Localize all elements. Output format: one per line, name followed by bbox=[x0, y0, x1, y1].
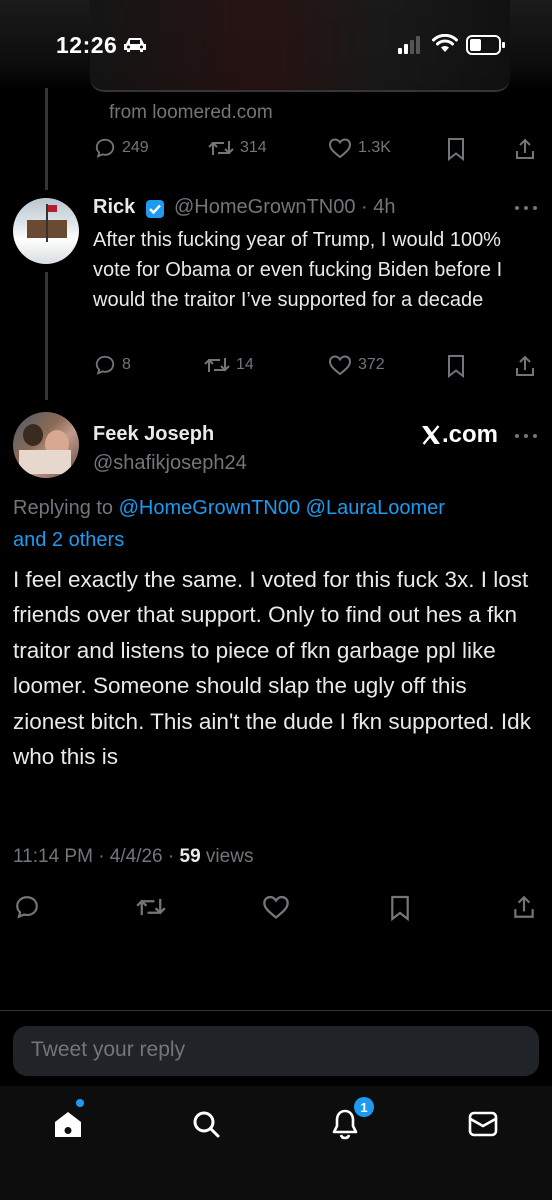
avatar-flag-shape bbox=[48, 205, 57, 212]
share-icon bbox=[514, 895, 534, 918]
repost-count: 14 bbox=[236, 356, 254, 373]
repost-button[interactable] bbox=[136, 894, 166, 920]
replying-to-prefix: Replying to bbox=[13, 497, 119, 519]
reply-count: 249 bbox=[122, 139, 149, 156]
reply-placeholder: Tweet your reply bbox=[31, 1038, 186, 1061]
avatar[interactable] bbox=[13, 198, 79, 264]
like-button[interactable]: 1.3K bbox=[328, 137, 391, 159]
status-bar: 12:26 bbox=[0, 0, 552, 92]
author-name[interactable]: Rick bbox=[93, 196, 135, 219]
nav-search[interactable] bbox=[186, 1104, 226, 1144]
tweet-actions: 249 314 1.3K bbox=[0, 137, 552, 167]
x-dot-com-badge: .com bbox=[420, 421, 498, 449]
tweet-thread-screen: 12:26 from loomered.com 249 314 1.3K Ric… bbox=[0, 0, 552, 1200]
cellular-signal-icon bbox=[398, 36, 420, 54]
author-name[interactable]: Feek Joseph bbox=[93, 423, 214, 446]
repost-icon bbox=[208, 141, 234, 155]
reply-count: 8 bbox=[122, 356, 131, 373]
view-count: 59 bbox=[179, 846, 201, 867]
like-button[interactable]: 372 bbox=[328, 354, 385, 376]
avatar-table-shape bbox=[19, 450, 71, 474]
search-icon bbox=[193, 1111, 220, 1138]
nav-messages[interactable] bbox=[463, 1104, 503, 1144]
like-count: 372 bbox=[358, 356, 385, 373]
repost-icon bbox=[136, 898, 166, 916]
wifi-icon bbox=[432, 34, 458, 52]
more-options-icon[interactable] bbox=[514, 205, 538, 211]
share-button[interactable] bbox=[514, 354, 536, 378]
reply-icon bbox=[95, 138, 115, 158]
reply-icon bbox=[16, 896, 38, 919]
mail-icon bbox=[468, 1111, 498, 1137]
share-button[interactable] bbox=[512, 894, 536, 920]
x-dot-com-label: .com bbox=[442, 421, 499, 448]
tweet-text: I feel exactly the same. I voted for thi… bbox=[13, 567, 531, 770]
status-time: 12:26 bbox=[56, 32, 118, 58]
reply-button[interactable] bbox=[14, 894, 40, 920]
reply-icon bbox=[95, 355, 115, 375]
bookmark-button[interactable] bbox=[389, 894, 411, 922]
bookmark-icon bbox=[391, 895, 409, 922]
more-options-icon[interactable] bbox=[514, 433, 538, 439]
repost-icon bbox=[204, 358, 230, 372]
avatar[interactable] bbox=[13, 412, 79, 478]
battery-icon bbox=[466, 35, 505, 55]
repost-button[interactable]: 314 bbox=[208, 137, 267, 159]
tweet-actions: 8 14 372 bbox=[0, 354, 552, 384]
mention-link[interactable]: @HomeGrownTN00 bbox=[119, 497, 300, 519]
nav-home[interactable] bbox=[48, 1104, 88, 1144]
heart-icon bbox=[328, 138, 352, 159]
share-icon bbox=[516, 355, 534, 376]
replying-to: Replying to @HomeGrownTN00 @LauraLoomer … bbox=[13, 492, 533, 556]
x-logo-icon bbox=[422, 425, 440, 445]
views-label: views bbox=[200, 846, 254, 867]
reply-button[interactable]: 249 bbox=[94, 137, 149, 159]
home-unread-dot bbox=[76, 1099, 84, 1107]
link-source[interactable]: from loomered.com bbox=[109, 102, 273, 124]
bookmark-button[interactable] bbox=[446, 354, 466, 378]
repost-button[interactable]: 14 bbox=[204, 354, 254, 376]
car-icon bbox=[124, 38, 146, 52]
tweet-meta: 11:14 PM · 4/4/26 · 59 views bbox=[13, 846, 253, 868]
share-button[interactable] bbox=[514, 137, 536, 161]
author-handle[interactable]: @shafikjoseph24 bbox=[93, 452, 247, 475]
like-button[interactable] bbox=[262, 894, 290, 920]
repost-count: 314 bbox=[240, 139, 267, 156]
share-icon bbox=[516, 138, 534, 159]
heart-icon bbox=[263, 895, 289, 919]
bookmark-button[interactable] bbox=[446, 137, 466, 161]
reply-input[interactable]: Tweet your reply bbox=[13, 1026, 539, 1076]
author-handle[interactable]: @HomeGrownTN00 · 4h bbox=[174, 196, 395, 219]
home-icon bbox=[55, 1112, 81, 1137]
heart-icon bbox=[328, 355, 352, 376]
bookmark-icon bbox=[448, 138, 464, 161]
mention-others-link[interactable]: and 2 others bbox=[13, 529, 124, 551]
avatar-person-shape bbox=[23, 424, 43, 446]
reply-button[interactable]: 8 bbox=[94, 354, 131, 376]
bookmark-icon bbox=[448, 355, 464, 378]
notifications-badge: 1 bbox=[354, 1097, 374, 1117]
verified-badge-icon bbox=[146, 200, 164, 218]
like-count: 1.3K bbox=[358, 139, 391, 156]
mention-link[interactable]: @LauraLoomer bbox=[306, 497, 445, 519]
tweet-timestamp[interactable]: 11:14 PM · 4/4/26 · bbox=[13, 846, 180, 867]
tweet-actions bbox=[0, 894, 552, 924]
tweet-text: After this fucking year of Trump, I woul… bbox=[93, 229, 503, 311]
